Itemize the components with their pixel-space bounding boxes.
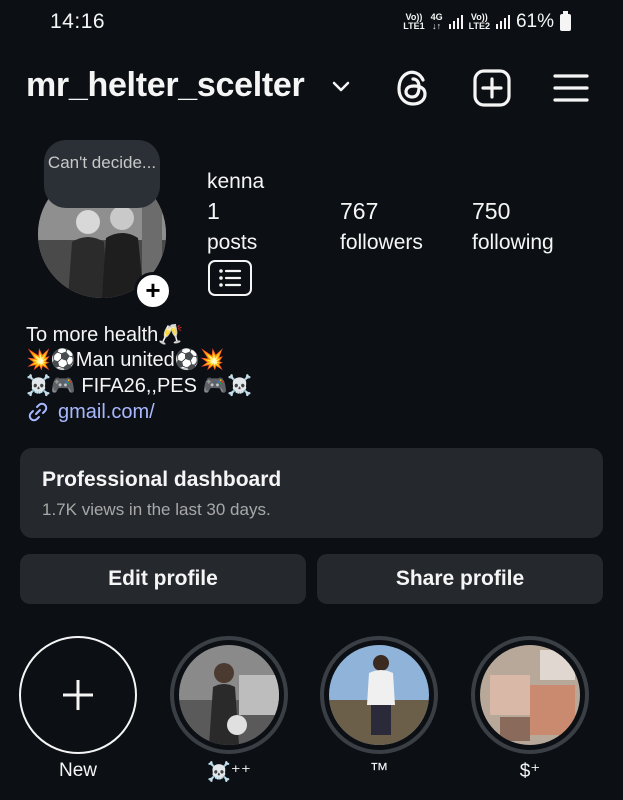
highlight-cover-image <box>329 645 429 745</box>
following-label[interactable]: following <box>472 231 554 255</box>
followers-label[interactable]: followers <box>340 231 423 255</box>
list-icon <box>219 269 242 287</box>
highlight-cover-image <box>179 645 279 745</box>
create-post-icon[interactable] <box>472 68 512 108</box>
menu-icon[interactable] <box>552 68 590 108</box>
bio-link-text[interactable]: gmail.com/ <box>58 401 155 424</box>
highlight-item[interactable] <box>471 636 589 754</box>
status-icons: Vo)) LTE1 4G ↓↑ Vo)) LTE2 61% <box>403 10 571 33</box>
status-time: 14:16 <box>50 10 106 33</box>
highlight-label: ☠️⁺⁺ <box>207 762 251 783</box>
highlight-item[interactable] <box>170 636 288 754</box>
bio-line: To more health🥂 <box>26 324 184 346</box>
network-lte2: Vo)) LTE2 <box>468 12 490 31</box>
highlight-cover <box>329 645 429 745</box>
dashboard-subtitle: 1.7K views in the last 30 days. <box>42 500 271 519</box>
bio-line: 💥⚽Man united⚽💥 <box>26 349 225 371</box>
highlight-label: ™ <box>369 760 389 781</box>
dashboard-title: Professional dashboard <box>42 468 282 491</box>
highlight-cover-image <box>480 645 580 745</box>
add-story-icon[interactable]: + <box>134 272 172 310</box>
highlight-label: New <box>58 760 97 781</box>
share-profile-button[interactable]: Share profile <box>317 554 603 604</box>
chevron-down-icon[interactable] <box>330 80 352 94</box>
signal-icon <box>448 15 463 29</box>
display-name: kenna <box>207 170 265 193</box>
edit-profile-button[interactable]: Edit profile <box>20 554 306 604</box>
professional-dashboard[interactable]: Professional dashboard 1.7K views in the… <box>20 448 603 538</box>
highlight-cover <box>480 645 580 745</box>
battery-icon <box>560 10 571 31</box>
highlight-cover <box>179 645 279 745</box>
bio-line: ☠️🎮 FIFA26,,PES 🎮☠️ <box>26 375 253 397</box>
signal-icon <box>495 15 510 29</box>
bio-link[interactable]: gmail.com/ <box>26 400 155 424</box>
network-lte1: Vo)) LTE1 <box>403 12 425 31</box>
following-count[interactable]: 750 <box>472 198 510 225</box>
network-type: 4G ↓↑ <box>430 12 443 31</box>
highlight-item[interactable] <box>320 636 438 754</box>
username-switcher[interactable]: mr_helter_scelter <box>26 66 305 105</box>
plus-icon <box>63 680 93 710</box>
threads-icon[interactable] <box>394 68 432 108</box>
link-icon <box>28 402 48 422</box>
followers-count[interactable]: 767 <box>340 198 378 225</box>
new-highlight-button[interactable] <box>19 636 137 754</box>
content-list-button[interactable] <box>208 260 252 296</box>
posts-count[interactable]: 1 <box>207 198 220 225</box>
note-bubble[interactable]: Can't decide... <box>44 140 160 208</box>
highlight-label: $⁺ <box>519 761 541 782</box>
battery-percent: 61% <box>515 11 554 32</box>
posts-label[interactable]: posts <box>207 231 257 255</box>
